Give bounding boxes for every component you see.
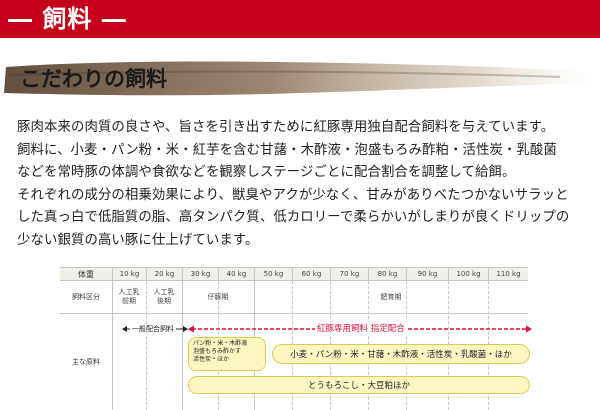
weight-cell: 10 kg <box>112 268 146 280</box>
weight-label: 体重 <box>78 269 94 279</box>
category-early-starter: 人工乳 前期 <box>118 288 140 305</box>
weight-cell: 90 kg <box>406 268 448 280</box>
section-title: こだわりの飼料 <box>20 66 167 91</box>
category-fattening: 肥育期 <box>380 292 402 301</box>
description-line: 豚肉本来の肉質の良さや、旨さを引き出すために紅豚専用独自配合飼料を与えています。 <box>17 120 555 135</box>
page-title: ― 飼料 ― <box>8 4 127 33</box>
fattening-ingredients-pill: 小麦・パン粉・米・甘藷・木酢液・活性炭・乳酸菌・ほか <box>272 344 530 364</box>
base-ingredients-pill: とうもろこし・大豆粕ほか <box>188 376 530 394</box>
feed-schedule-table: 体重 10 kg 20 kg 30 kg 40 kg 50 kg 60 kg 7… <box>60 267 532 410</box>
weight-cell: 100 kg <box>448 268 488 280</box>
weight-cell: 80 kg <box>368 268 406 280</box>
description-line: した真っ白で低脂質の脂、高タンパク質、低カロリーで柔らかいがしまりが良くドリップ… <box>17 210 570 226</box>
general-feed-label: 一般配合飼料 <box>130 324 176 334</box>
description-line: それぞれの成分の相乗効果により、獣臭やアクが少なく、甘みがありべたつかないサラッ… <box>17 187 569 203</box>
special-feed-label: 紅豚専用飼料 指定配合 <box>315 322 407 334</box>
category-piglet: 仔豚期 <box>207 292 229 301</box>
description-paragraph: 豚肉本来の肉質の良さや、旨さを引き出すために紅豚専用独自配合飼料を与えています。… <box>17 117 592 253</box>
piglet-ingredients-pill: パン粉・米・木酢液 泡盛もろみ酢かす 活性炭・ほか <box>188 337 266 371</box>
category-label: 飼料区分 <box>72 292 100 301</box>
description-line: 少ない銀質の高い豚に仕上げています。 <box>17 232 259 248</box>
category-row: 飼料区分 人工乳 前期 人工乳 後期 仔豚期 肥育期 <box>60 281 528 314</box>
weight-cell: 40 kg <box>218 268 254 280</box>
section-banner: こだわりの飼料 <box>0 55 600 101</box>
weight-cell: 70 kg <box>330 268 368 280</box>
description-line: などを常時豚の体調や食欲などを観察しステージごとに配合割合を調整して給餌。 <box>17 165 516 181</box>
weight-cell: 30 kg <box>182 268 218 280</box>
ingredients-label: 主な原料 <box>72 357 100 366</box>
weight-cell: 110 kg <box>488 268 528 280</box>
category-late-starter: 人工乳 後期 <box>153 288 175 305</box>
weight-cell: 20 kg <box>146 268 182 280</box>
weight-cell: 50 kg <box>254 268 292 280</box>
weight-cell: 60 kg <box>292 268 330 280</box>
description-line: 飼料に、小麦・パン粉・米・紅芋を含む甘藷・木酢液・泡盛もろみ酢粕・活性炭・乳酸菌 <box>17 142 557 158</box>
weight-row: 体重 10 kg 20 kg 30 kg 40 kg 50 kg 60 kg 7… <box>60 267 528 281</box>
page-header-band: ― 飼料 ― <box>0 0 600 38</box>
